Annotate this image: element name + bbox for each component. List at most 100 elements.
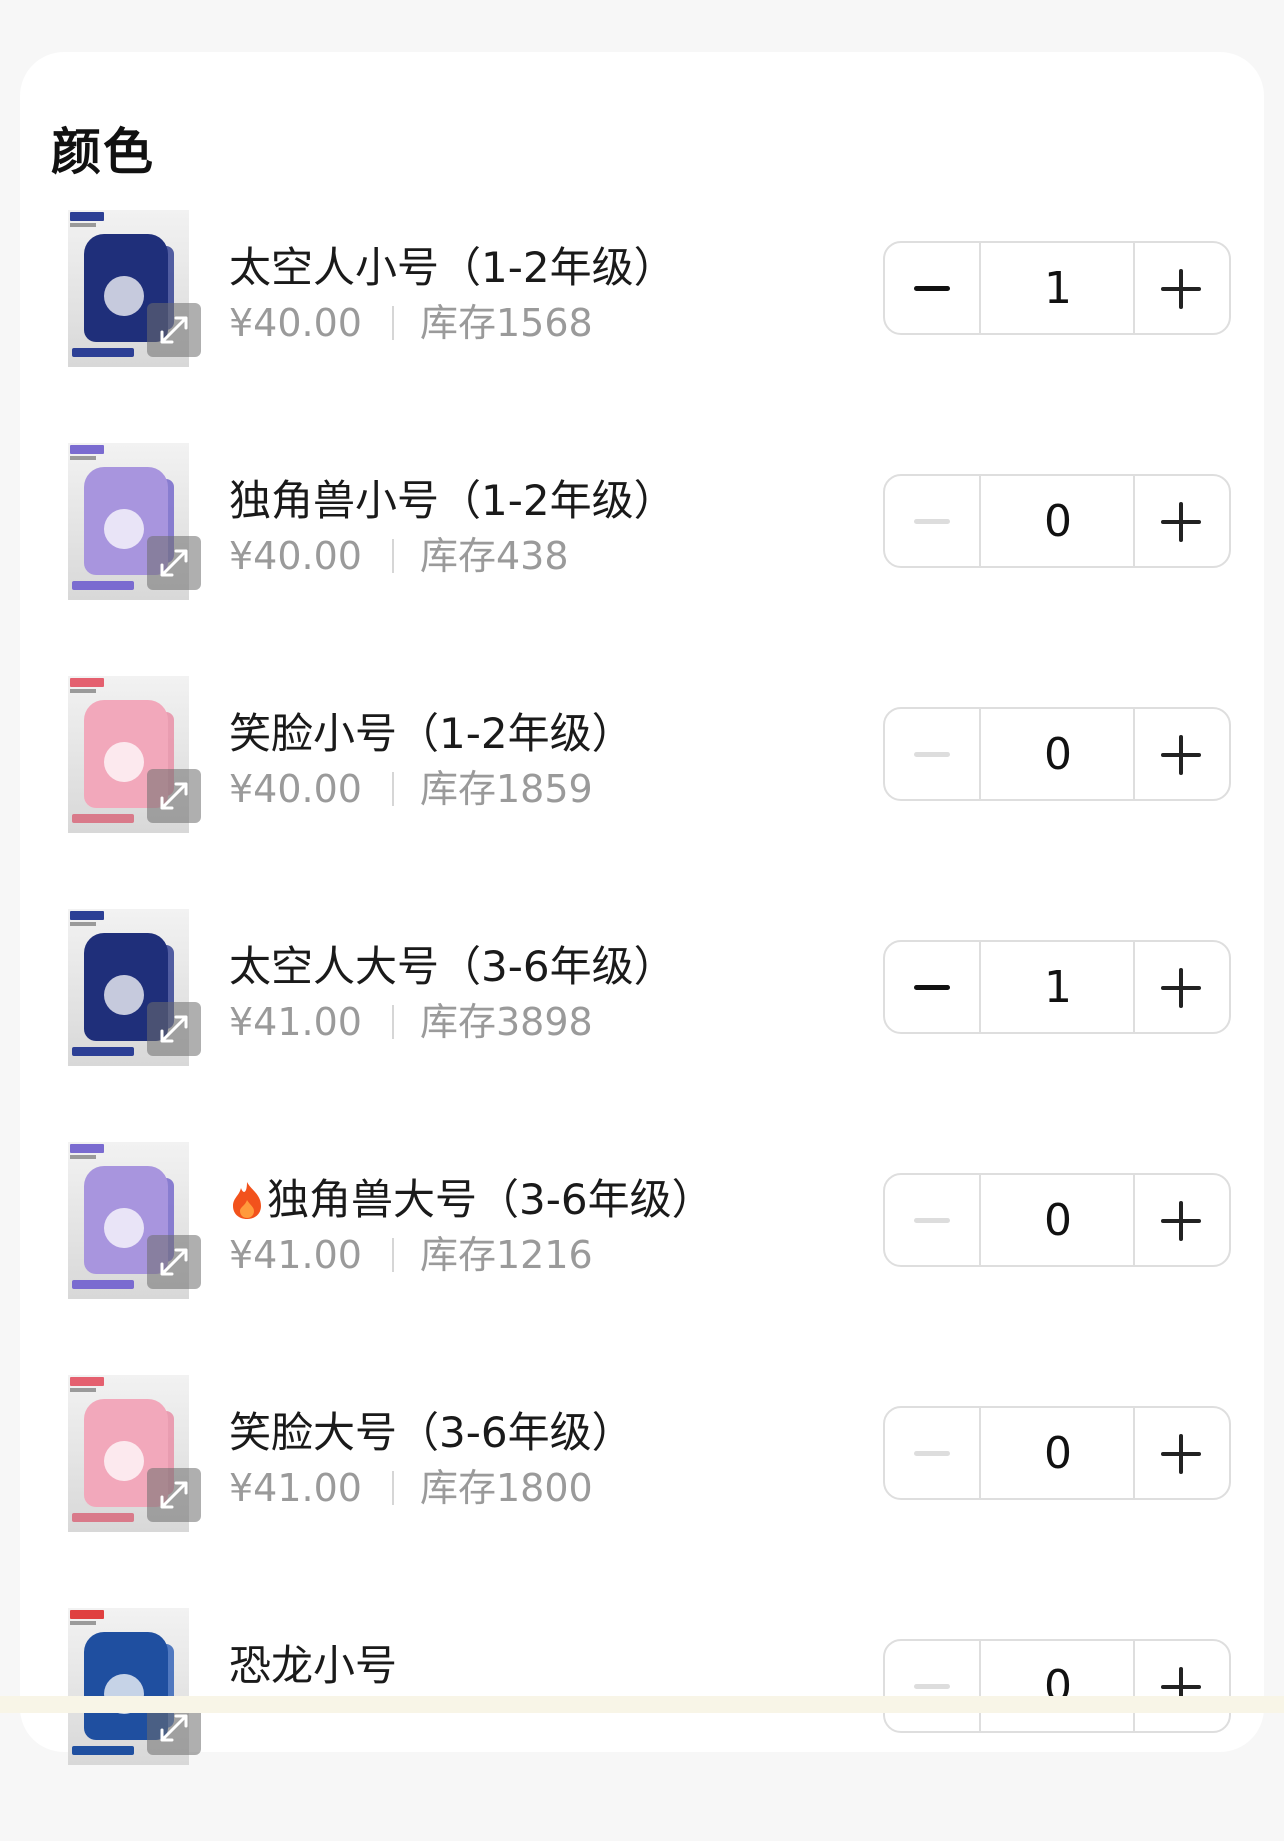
sku-price: ¥41.00 xyxy=(229,1233,362,1277)
sku-name-text: 独角兽大号（3-6年级） xyxy=(267,1175,714,1224)
minus-icon xyxy=(914,1218,950,1223)
plus-icon-vertical xyxy=(1179,1201,1183,1241)
thumbnail-footer-strip xyxy=(72,1746,134,1755)
plus-icon-vertical xyxy=(1179,968,1183,1008)
fire-icon xyxy=(229,1180,265,1220)
sku-meta: ¥41.00 库存3898 xyxy=(229,991,593,1046)
meta-divider xyxy=(391,772,394,806)
quantity-value[interactable]: 1 xyxy=(979,243,1135,333)
plus-icon-vertical xyxy=(1179,502,1183,542)
expand-arrows-icon[interactable] xyxy=(147,769,201,823)
minus-icon xyxy=(914,752,950,757)
quantity-value[interactable]: 0 xyxy=(979,709,1135,799)
sku-price: ¥41.00 xyxy=(229,1000,362,1044)
minus-icon xyxy=(914,519,950,524)
expand-arrows-icon[interactable] xyxy=(147,1468,201,1522)
increment-button[interactable] xyxy=(1135,1175,1229,1265)
sku-row[interactable]: 笑脸大号（3-6年级） ¥41.00 库存1800 0 xyxy=(0,1375,1284,1608)
thumbnail-subtag xyxy=(70,689,96,693)
quantity-value[interactable]: 1 xyxy=(979,942,1135,1032)
sku-stock: 库存3898 xyxy=(419,1000,593,1044)
meta-divider xyxy=(391,1005,394,1039)
expand-arrows-icon[interactable] xyxy=(147,1235,201,1289)
sku-row[interactable]: 太空人小号（1-2年级） ¥40.00 库存1568 1 xyxy=(0,210,1284,443)
increment-button[interactable] xyxy=(1135,1408,1229,1498)
sku-row[interactable]: 笑脸小号（1-2年级） ¥40.00 库存1859 0 xyxy=(0,676,1284,909)
sku-stock: 库存1800 xyxy=(419,1466,593,1510)
sku-name-text: 笑脸小号（1-2年级） xyxy=(229,709,634,758)
sku-row[interactable]: 恐龙小号 0 xyxy=(0,1608,1284,1841)
thumbnail-tag xyxy=(70,1377,104,1386)
sku-row[interactable]: 独角兽小号（1-2年级） ¥40.00 库存438 0 xyxy=(0,443,1284,676)
backpack-emblem xyxy=(104,1441,144,1481)
increment-button[interactable] xyxy=(1135,942,1229,1032)
sku-price: ¥40.00 xyxy=(229,767,362,811)
increment-button[interactable] xyxy=(1135,1641,1229,1731)
decrement-button[interactable] xyxy=(885,1408,979,1498)
decrement-button[interactable] xyxy=(885,476,979,566)
sku-meta: ¥40.00 库存1859 xyxy=(229,758,593,813)
sku-price: ¥40.00 xyxy=(229,301,362,345)
sku-name: 独角兽小号（1-2年级） xyxy=(229,467,676,528)
increment-button[interactable] xyxy=(1135,709,1229,799)
thumbnail-tag xyxy=(70,212,104,221)
decrement-button[interactable] xyxy=(885,942,979,1032)
quantity-stepper[interactable]: 1 xyxy=(883,241,1231,335)
sku-price: ¥40.00 xyxy=(229,534,362,578)
backpack-emblem xyxy=(104,975,144,1015)
sku-row[interactable]: 太空人大号（3-6年级） ¥41.00 库存3898 1 xyxy=(0,909,1284,1142)
sku-name: 笑脸大号（3-6年级） xyxy=(229,1399,634,1460)
meta-divider xyxy=(391,306,394,340)
meta-divider xyxy=(391,1471,394,1505)
sku-stock: 库存438 xyxy=(419,534,569,578)
thumbnail-subtag xyxy=(70,456,96,460)
plus-icon-vertical xyxy=(1179,1434,1183,1474)
quantity-stepper[interactable]: 0 xyxy=(883,1406,1231,1500)
quantity-value[interactable]: 0 xyxy=(979,476,1135,566)
expand-arrows-icon[interactable] xyxy=(147,536,201,590)
decrement-button[interactable] xyxy=(885,1641,979,1731)
minus-icon xyxy=(914,1451,950,1456)
quantity-stepper[interactable]: 0 xyxy=(883,474,1231,568)
sku-name-text: 太空人大号（3-6年级） xyxy=(229,942,676,991)
thumbnail-footer-strip xyxy=(72,1280,134,1289)
sku-list: 太空人小号（1-2年级） ¥40.00 库存1568 1 独角兽小号（1-2年级） ¥40… xyxy=(0,0,1284,1765)
minus-icon xyxy=(914,286,950,291)
quantity-stepper[interactable]: 0 xyxy=(883,707,1231,801)
sku-stock: 库存1216 xyxy=(419,1233,593,1277)
sku-row[interactable]: 独角兽大号（3-6年级） ¥41.00 库存1216 0 xyxy=(0,1142,1284,1375)
quantity-stepper[interactable]: 0 xyxy=(883,1173,1231,1267)
plus-icon-vertical xyxy=(1179,269,1183,309)
decrement-button[interactable] xyxy=(885,243,979,333)
sku-meta: ¥40.00 库存438 xyxy=(229,525,569,580)
thumbnail-tag xyxy=(70,445,104,454)
quantity-value[interactable]: 0 xyxy=(979,1641,1135,1731)
thumbnail-subtag xyxy=(70,922,96,926)
sku-meta: ¥41.00 库存1216 xyxy=(229,1224,593,1279)
sku-name-text: 独角兽小号（1-2年级） xyxy=(229,476,676,525)
sku-name: 恐龙小号 xyxy=(229,1632,397,1693)
increment-button[interactable] xyxy=(1135,476,1229,566)
bottom-bar xyxy=(0,1696,1284,1713)
plus-icon-vertical xyxy=(1179,735,1183,775)
sku-stock: 库存1568 xyxy=(419,301,593,345)
sku-name-text: 太空人小号（1-2年级） xyxy=(229,243,676,292)
thumbnail-subtag xyxy=(70,223,96,227)
thumbnail-subtag xyxy=(70,1388,96,1392)
decrement-button[interactable] xyxy=(885,709,979,799)
quantity-value[interactable]: 0 xyxy=(979,1408,1135,1498)
decrement-button[interactable] xyxy=(885,1175,979,1265)
meta-divider xyxy=(391,1238,394,1272)
quantity-stepper[interactable]: 1 xyxy=(883,940,1231,1034)
expand-arrows-icon[interactable] xyxy=(147,303,201,357)
quantity-stepper[interactable]: 0 xyxy=(883,1639,1231,1733)
sku-price: ¥41.00 xyxy=(229,1466,362,1510)
expand-arrows-icon[interactable] xyxy=(147,1002,201,1056)
backpack-emblem xyxy=(104,276,144,316)
quantity-value[interactable]: 0 xyxy=(979,1175,1135,1265)
increment-button[interactable] xyxy=(1135,243,1229,333)
thumbnail-footer-strip xyxy=(72,348,134,357)
thumbnail-footer-strip xyxy=(72,581,134,590)
meta-divider xyxy=(391,539,394,573)
sku-name: 太空人大号（3-6年级） xyxy=(229,933,676,994)
